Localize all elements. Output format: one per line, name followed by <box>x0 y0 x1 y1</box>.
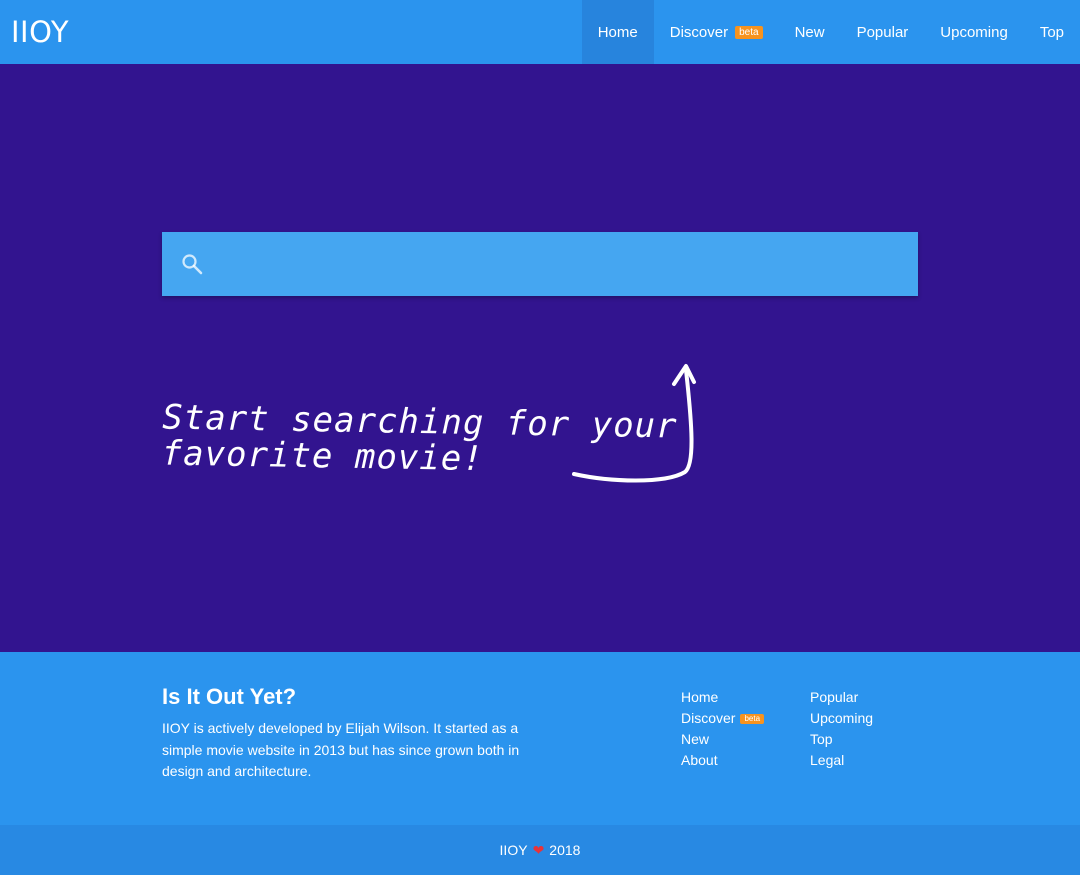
brand-logo[interactable]: IIOY <box>11 15 69 49</box>
beta-badge: beta <box>740 714 765 725</box>
footer-link-about[interactable]: About <box>681 750 764 771</box>
nav-discover-label: Discover <box>669 23 729 41</box>
nav-home-label: Home <box>597 23 638 41</box>
copyright-year: 2018 <box>549 842 581 858</box>
footer-links-col1: Home Discover beta New About <box>681 687 765 771</box>
nav-top[interactable]: Top <box>1024 0 1080 64</box>
main-nav: Home Discover beta New Popular Upcoming T… <box>581 0 1080 64</box>
nav-top-label: Top <box>1039 23 1064 41</box>
footer-link-top[interactable]: Top <box>810 729 873 750</box>
nav-discover[interactable]: Discover beta <box>654 0 779 64</box>
footer-link-home[interactable]: Home <box>681 687 764 708</box>
nav-new-label: New <box>794 23 825 41</box>
nav-upcoming[interactable]: Upcoming <box>924 0 1024 64</box>
nav-popular-label: Popular <box>856 23 909 41</box>
copyright-brand: IIOY <box>499 842 528 858</box>
footer-link-popular[interactable]: Popular <box>810 687 873 708</box>
footer: Is It Out Yet? IIOY is actively develope… <box>0 652 1080 825</box>
footer-links-col2: Popular Upcoming Top Legal <box>810 687 873 771</box>
heart-icon: ❤ <box>532 841 545 858</box>
footer-link-upcoming[interactable]: Upcoming <box>810 708 873 729</box>
search-input[interactable] <box>218 232 908 296</box>
footer-link-legal[interactable]: Legal <box>810 750 873 771</box>
nav-upcoming-label: Upcoming <box>940 23 1008 41</box>
copyright-bar: IIOY ❤ 2018 <box>0 825 1080 875</box>
search-box[interactable] <box>162 232 918 296</box>
nav-new[interactable]: New <box>779 0 841 64</box>
footer-link-discover-label: Discover <box>681 710 736 726</box>
footer-description: IIOY is actively developed by Elijah Wil… <box>162 720 520 779</box>
nav-home[interactable]: Home <box>581 0 654 64</box>
hero-section: Start searching for your favorite movie! <box>0 64 1080 652</box>
footer-title: Is It Out Yet? <box>162 684 297 709</box>
footer-link-discover[interactable]: Discover beta <box>681 708 765 729</box>
top-navbar: IIOY Home Discover beta New Popular Upcom… <box>0 0 1080 64</box>
search-icon <box>182 254 203 275</box>
arrow-up-icon <box>572 364 696 483</box>
footer-link-new[interactable]: New <box>681 729 764 750</box>
beta-badge: beta <box>735 25 763 39</box>
nav-popular[interactable]: Popular <box>841 0 925 64</box>
